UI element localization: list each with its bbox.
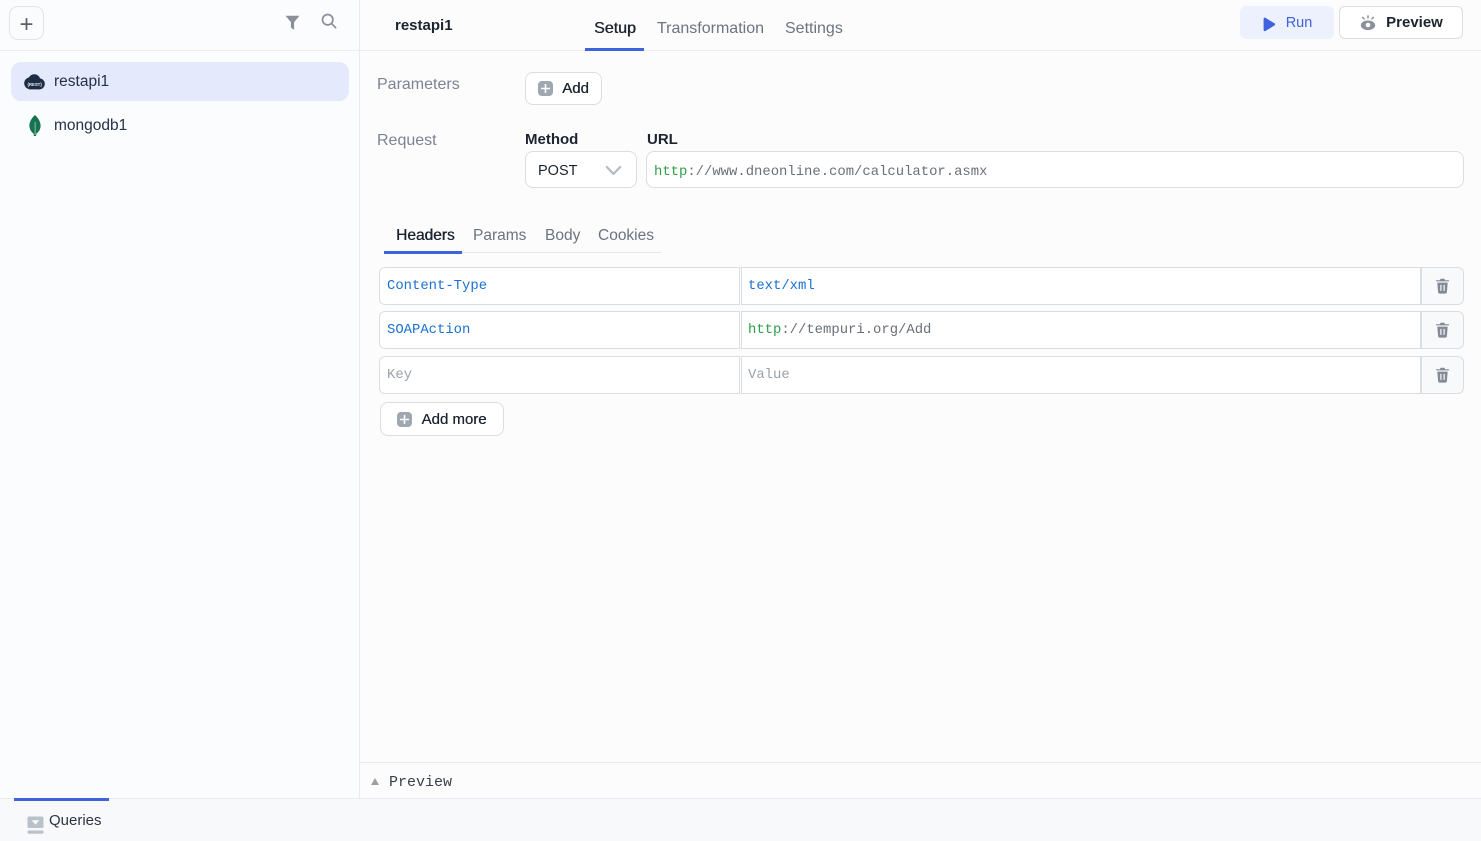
svg-text:{REST}: {REST} [27, 81, 42, 86]
